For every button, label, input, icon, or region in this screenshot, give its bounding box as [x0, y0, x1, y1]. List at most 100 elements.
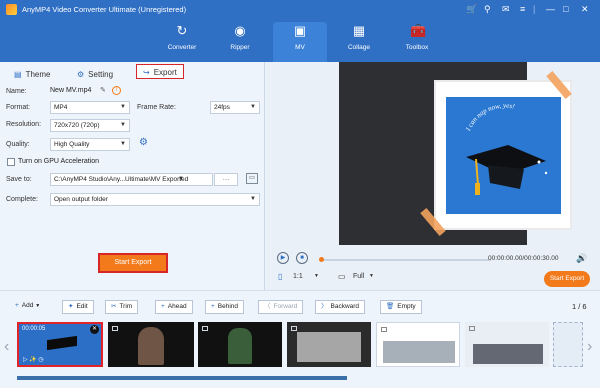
name-value[interactable]: New MV.mp4 [50, 87, 91, 94]
seek-handle[interactable] [319, 257, 324, 262]
forward-button[interactable]: 〈 Forward [258, 300, 304, 314]
complete-select[interactable]: Open output folder ▼ [50, 193, 260, 206]
app-title: AnyMP4 Video Converter Ultimate (Unregis… [22, 5, 187, 14]
complete-value: Open output folder [54, 196, 108, 203]
volume-icon[interactable]: 🔊 [576, 253, 587, 264]
app-logo-icon [6, 4, 17, 15]
gpu-checkbox[interactable] [7, 158, 15, 166]
behind-button[interactable]: + Behind [205, 300, 245, 314]
empty-label: Empty [397, 303, 416, 310]
cart-icon[interactable]: 🛒 [466, 3, 477, 15]
subtab-theme[interactable]: ▤ Theme [14, 67, 50, 82]
tab-mv[interactable]: ▣ MV [273, 22, 327, 62]
quality-select[interactable]: High Quality ▼ [50, 138, 130, 151]
timeline-clip[interactable] [465, 322, 549, 367]
clip-toolbar: + Add ▼ ✦ Edit ✂ Trim + Ahead + Behind 〈 Forwa… [0, 290, 600, 320]
timeline-clip-selected[interactable]: 00:00:05 ✕ ▷ ✨ ◷ [17, 322, 103, 367]
trim-button[interactable]: ✂ Trim [105, 300, 139, 314]
add-clip-slot[interactable] [553, 322, 583, 367]
tab-converter-label: Converter [167, 44, 197, 51]
format-value: MP4 [54, 104, 68, 111]
resolution-value: 720x720 (720p) [54, 122, 100, 129]
behind-label: Behind [217, 303, 239, 310]
trash-icon: 🗑 [386, 303, 395, 310]
add-button[interactable]: + Add ▼ [10, 300, 45, 314]
tab-toolbox[interactable]: 🧰 Toolbox [390, 22, 444, 62]
chevron-down-icon[interactable]: ▼ [314, 273, 319, 279]
resolution-label: Resolution: [6, 121, 42, 128]
saveto-label: Save to: [6, 176, 32, 183]
setting-icon: ⚙ [77, 70, 85, 79]
chevron-left-icon[interactable]: ‹ [4, 338, 9, 356]
timeline-clip[interactable] [376, 322, 460, 367]
play-button[interactable]: ▶ [277, 252, 289, 264]
framerate-label: Frame Rate: [137, 104, 176, 111]
tab-converter[interactable]: ↻ Converter [155, 22, 209, 62]
tab-ripper[interactable]: ◉ Ripper [213, 22, 267, 62]
aspect-ratio-select[interactable]: 1:1 [293, 273, 303, 280]
chevron-down-icon: ▼ [120, 122, 126, 128]
image-icon [112, 326, 118, 331]
quality-settings-gear-icon[interactable]: ⚙ [139, 137, 148, 148]
complete-label: Complete: [6, 196, 38, 203]
minimize-icon[interactable]: — [546, 3, 555, 15]
empty-button[interactable]: 🗑 Empty [380, 300, 422, 314]
timeline-scrollbar[interactable] [17, 376, 347, 380]
chevron-down-icon: ▼ [120, 104, 126, 110]
saveto-path[interactable]: C:\AnyMP4 Studio\Any...Ultimate\MV Expor… [50, 173, 213, 186]
start-export-button-right[interactable]: Start Export [544, 271, 590, 287]
framerate-select[interactable]: 24fps ▼ [210, 101, 260, 114]
collage-icon: ▦ [352, 23, 366, 38]
clip-duration: 00:00:05 [22, 326, 46, 332]
page-indicator: 1 / 6 [572, 302, 587, 311]
quality-label: Quality: [6, 141, 30, 148]
format-select[interactable]: MP4 ▼ [50, 101, 130, 114]
theme-icon: ▤ [14, 70, 22, 79]
chevron-down-icon[interactable]: ▼ [369, 273, 374, 279]
browse-button[interactable]: ··· [214, 173, 238, 186]
ahead-icon: + [161, 303, 165, 310]
chevron-down-icon: ▼ [120, 141, 126, 147]
ahead-button[interactable]: + Ahead [155, 300, 193, 314]
export-icon: ↪ [143, 68, 150, 77]
seek-bar[interactable] [319, 257, 491, 262]
timeline-clip[interactable] [108, 322, 194, 367]
format-label: Format: [6, 104, 31, 111]
gpu-label: Turn on GPU Acceleration [18, 158, 100, 165]
subtab-export[interactable]: ↪ Export [136, 64, 184, 79]
close-icon[interactable]: ✕ [581, 3, 589, 15]
photo-group [297, 332, 361, 362]
edit-button[interactable]: ✦ Edit [62, 300, 94, 314]
photo-person [138, 327, 164, 365]
add-label: Add [21, 302, 34, 309]
framerate-value: 24fps [214, 104, 230, 111]
info-icon[interactable]: ! [112, 86, 121, 95]
chevron-down-icon: ▼ [178, 176, 184, 182]
aspect-ratio-icon: ▯ [278, 272, 283, 281]
preview-image: I can nap now, yes! [446, 97, 561, 214]
stop-button[interactable]: ■ [296, 252, 308, 264]
start-export-button-left[interactable]: Start Export [98, 253, 168, 273]
photo-person [228, 328, 252, 364]
edit-name-icon[interactable]: ✎ [100, 86, 106, 94]
behind-icon: + [211, 303, 215, 310]
backward-button[interactable]: 〉 Backward [315, 300, 366, 314]
remove-clip-icon[interactable]: ✕ [90, 325, 99, 334]
menu-icon[interactable]: ≡ [520, 3, 525, 15]
resolution-select[interactable]: 720x720 (720p) ▼ [50, 119, 130, 132]
timeline-clip[interactable] [198, 322, 282, 367]
backward-label: Backward [330, 303, 360, 310]
image-icon [469, 326, 475, 331]
maximize-icon[interactable]: □ [563, 3, 568, 15]
plus-icon: + [15, 302, 19, 309]
timeline-clip[interactable] [287, 322, 371, 367]
open-folder-icon[interactable]: ▭ [246, 173, 258, 184]
user-icon[interactable]: ⚲ [484, 3, 491, 15]
tab-collage[interactable]: ▦ Collage [332, 22, 386, 62]
converter-icon: ↻ [176, 23, 188, 38]
fit-select[interactable]: Full [353, 273, 364, 280]
chevron-right-icon[interactable]: › [587, 338, 592, 356]
subtab-setting[interactable]: ⚙ Setting [77, 67, 113, 82]
forward-icon: 〈 [264, 303, 271, 310]
chat-icon[interactable]: ✉ [502, 3, 510, 15]
